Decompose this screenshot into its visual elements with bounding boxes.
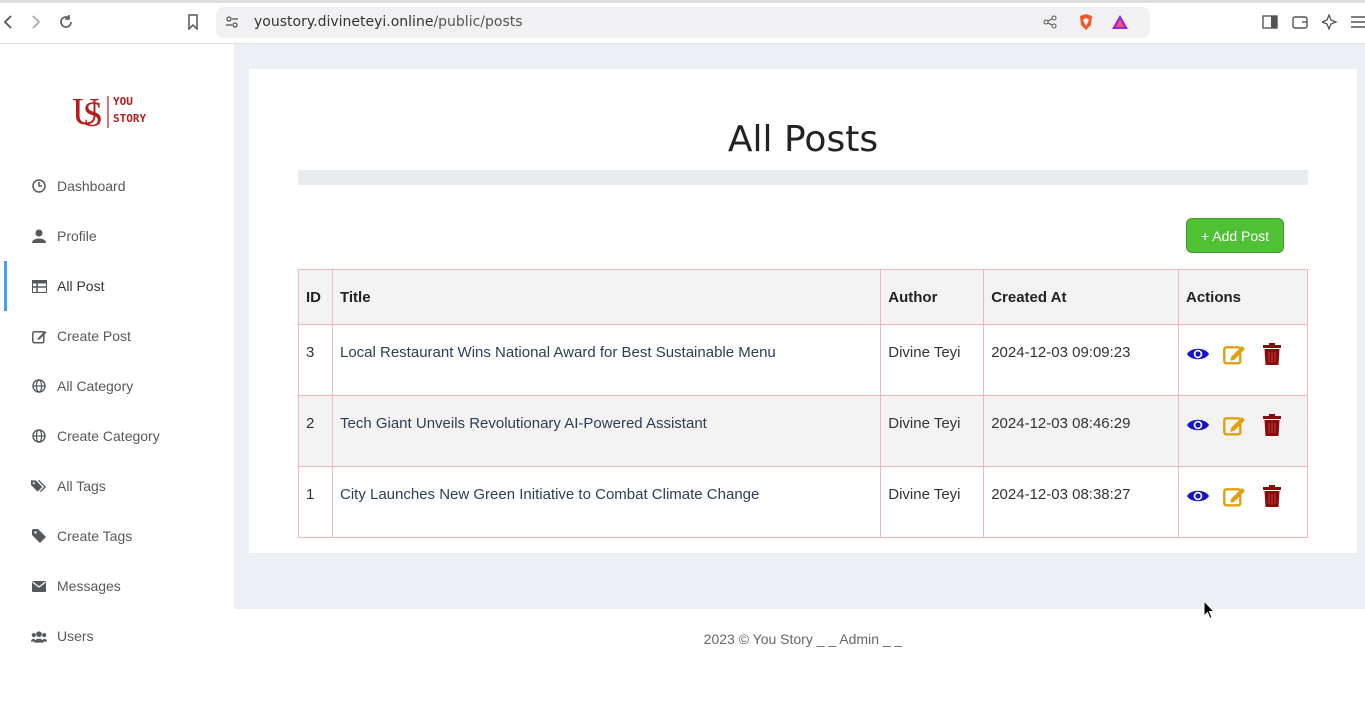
tab-strip-edge: [0, 0, 1365, 3]
forward-icon[interactable]: [26, 12, 46, 32]
edit-icon[interactable]: [1223, 413, 1247, 437]
url-host: youstory.divineteyi.online: [254, 14, 434, 30]
sidebar-item-dashboard[interactable]: Dashboard: [0, 166, 234, 206]
back-icon[interactable]: [0, 12, 18, 32]
sidebar-item-label: Profile: [57, 228, 97, 244]
rewards-icon[interactable]: [1110, 12, 1130, 32]
url-path: /public/posts: [433, 14, 523, 30]
tags-icon: [31, 478, 47, 494]
sidebar-item-create-tags[interactable]: Create Tags: [0, 516, 234, 556]
logo-line-1: YOU: [113, 95, 133, 108]
users-icon: [31, 628, 47, 644]
globe-icon: [31, 428, 47, 444]
user-icon: [31, 228, 47, 244]
table-icon: [31, 278, 47, 294]
address-bar[interactable]: youstory.divineteyi.online/public/posts: [216, 7, 1150, 38]
sidebar-item-label: Dashboard: [57, 178, 126, 194]
sidebar-item-messages[interactable]: Messages: [0, 566, 234, 606]
url-text: youstory.divineteyi.online/public/posts: [254, 14, 523, 30]
posts-table: ID Title Author Created At Actions 3 Loc…: [298, 269, 1308, 538]
view-icon[interactable]: [1186, 413, 1210, 437]
sidebar-item-all-category[interactable]: All Category: [0, 366, 234, 406]
footer: 2023 © You Story _ _ Admin _ _: [234, 609, 1365, 707]
menu-icon[interactable]: [1348, 12, 1365, 32]
ai-assistant-icon[interactable]: [1320, 12, 1340, 32]
post-actions: [1178, 466, 1308, 538]
post-title: City Launches New Green Initiative to Co…: [331, 466, 882, 538]
sidebar-item-label: All Post: [57, 278, 105, 294]
post-id: 1: [298, 466, 333, 538]
sidebar-item-label: Create Tags: [57, 528, 133, 544]
edit-icon[interactable]: [1223, 342, 1247, 366]
envelope-icon: [31, 578, 47, 594]
sidebar-item-users[interactable]: Users: [0, 616, 234, 656]
delete-icon[interactable]: [1260, 484, 1284, 508]
column-header-title: Title: [331, 269, 882, 325]
sidebar-item-create-post[interactable]: Create Post: [0, 316, 234, 356]
sidebar-item-create-category[interactable]: Create Category: [0, 416, 234, 456]
post-actions: [1178, 395, 1308, 467]
post-title: Local Restaurant Wins National Award for…: [331, 324, 882, 396]
column-header-created-at: Created At: [983, 269, 1179, 325]
sidebar-item-profile[interactable]: Profile: [0, 216, 234, 256]
sidebar-toggle-icon[interactable]: [1260, 12, 1280, 32]
delete-icon[interactable]: [1260, 342, 1284, 366]
post-title: Tech Giant Unveils Revolutionary AI-Powe…: [331, 395, 882, 467]
column-header-author: Author: [880, 269, 985, 325]
add-post-button[interactable]: + Add Post: [1186, 218, 1284, 253]
table-header-row: ID Title Author Created At Actions: [298, 269, 1308, 325]
mouse-cursor-icon: [1203, 599, 1216, 625]
site-settings-icon[interactable]: [222, 12, 242, 32]
post-author: Divine Teyi: [880, 466, 985, 538]
svg-text:S: S: [83, 94, 103, 132]
posts-card: All Posts + Add Post ID Title Author Cre…: [249, 69, 1357, 553]
post-id: 2: [298, 395, 333, 467]
progress-bar: [298, 170, 1308, 185]
wallet-icon[interactable]: [1290, 12, 1310, 32]
sidebar-item-label: All Category: [57, 378, 134, 394]
globe-icon: [31, 378, 47, 394]
share-icon[interactable]: [1040, 12, 1060, 32]
sidebar-item-label: All Tags: [57, 478, 106, 494]
bookmark-icon[interactable]: [183, 12, 203, 32]
clock-icon: [31, 178, 47, 194]
edit-icon[interactable]: [1223, 484, 1247, 508]
browser-toolbar: youstory.divineteyi.online/public/posts: [0, 0, 1365, 44]
table-row: 2 Tech Giant Unveils Revolutionary AI-Po…: [298, 395, 1308, 467]
you-story-logo[interactable]: U S YOU STORY: [72, 91, 152, 134]
post-author: Divine Teyi: [880, 395, 985, 467]
sidebar-item-all-post[interactable]: All Post: [0, 261, 234, 311]
sidebar: U S YOU STORY Dashboard Profile All Post…: [0, 44, 234, 707]
view-icon[interactable]: [1186, 484, 1210, 508]
table-row: 3 Local Restaurant Wins National Award f…: [298, 324, 1308, 396]
tag-icon: [31, 528, 47, 544]
reload-icon[interactable]: [56, 12, 76, 32]
page-title: All Posts: [727, 119, 879, 160]
footer-text: 2023 © You Story _ _ Admin _ _: [703, 631, 903, 647]
column-header-id: ID: [298, 269, 333, 325]
post-created-at: 2024-12-03 08:38:27: [983, 466, 1179, 538]
logo-line-2: STORY: [113, 112, 147, 125]
column-header-actions: Actions: [1178, 269, 1308, 325]
sidebar-item-label: Create Post: [57, 328, 131, 344]
post-author: Divine Teyi: [880, 324, 985, 396]
sidebar-item-all-tags[interactable]: All Tags: [0, 466, 234, 506]
sidebar-item-label: Messages: [57, 578, 121, 594]
view-icon[interactable]: [1186, 342, 1210, 366]
sidebar-item-label: Create Category: [57, 428, 160, 444]
edit-icon: [31, 328, 47, 344]
brave-shield-icon[interactable]: [1076, 12, 1096, 32]
post-created-at: 2024-12-03 08:46:29: [983, 395, 1179, 467]
delete-icon[interactable]: [1260, 413, 1284, 437]
table-row: 1 City Launches New Green Initiative to …: [298, 466, 1308, 538]
post-actions: [1178, 324, 1308, 396]
post-created-at: 2024-12-03 09:09:23: [983, 324, 1179, 396]
post-id: 3: [298, 324, 333, 396]
main-content: All Posts + Add Post ID Title Author Cre…: [234, 44, 1365, 707]
sidebar-item-label: Users: [57, 628, 94, 644]
